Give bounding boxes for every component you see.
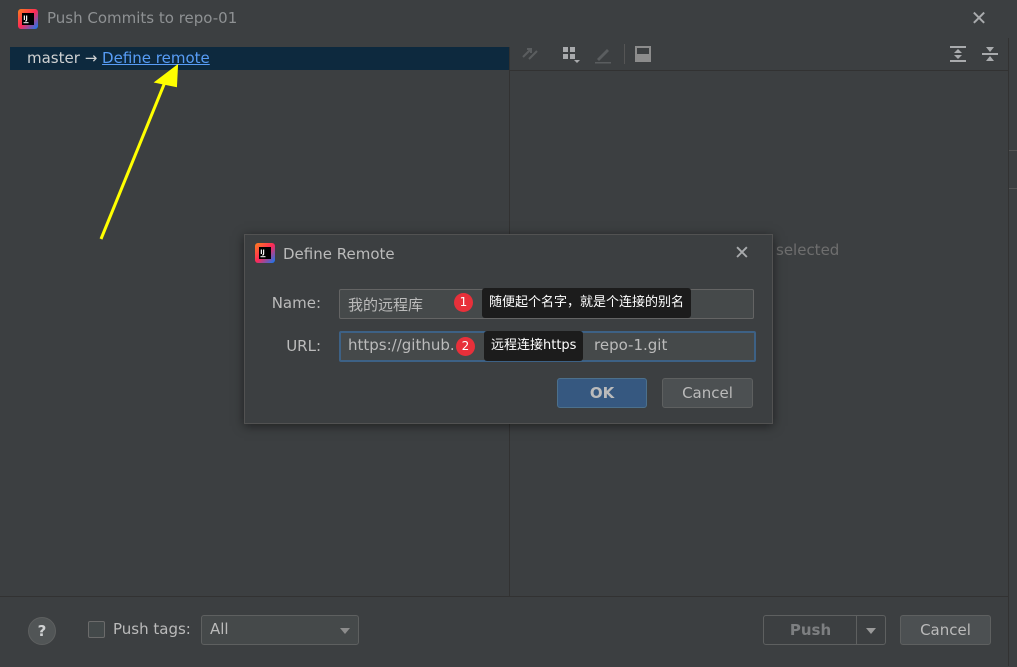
- define-remote-dialog: IJ Define Remote ✕ Name: 我的远程库 URL: http…: [244, 234, 773, 424]
- push-tags-select-value: All: [210, 620, 229, 638]
- url-field-value-start: https://github.: [348, 336, 455, 354]
- branch-row[interactable]: master → Define remote: [10, 47, 509, 70]
- toolbar-separator: [624, 44, 625, 64]
- details-toolbar: [510, 38, 1008, 71]
- window-close-icon[interactable]: ✕: [968, 6, 990, 30]
- window-title: Push Commits to repo-01: [47, 9, 238, 27]
- right-edge-strip: [1008, 38, 1017, 666]
- branch-arrow-icon: →: [84, 49, 98, 67]
- branch-label: master → Define remote: [27, 49, 210, 67]
- callout-tip-1: 随便起个名字，就是个连接的别名: [482, 288, 692, 318]
- chevron-down-icon: [340, 628, 350, 634]
- svg-text:IJ: IJ: [260, 249, 264, 256]
- collapse-all-icon[interactable]: [979, 44, 1001, 64]
- url-field-value-end: repo-1.git: [594, 336, 668, 354]
- callout-badge-1: 1: [454, 293, 473, 312]
- no-commits-selected-text: selected: [776, 241, 840, 259]
- dialog-close-icon[interactable]: ✕: [732, 242, 752, 264]
- callout-tip-2: 远程连接https: [484, 331, 584, 361]
- edit-icon[interactable]: [592, 44, 614, 64]
- bottom-bar: ? Push tags: All Push Cancel: [0, 596, 1008, 667]
- push-options-dropdown[interactable]: [856, 615, 886, 645]
- push-tags-label: Push tags:: [113, 620, 191, 638]
- push-tags-checkbox[interactable]: [88, 621, 105, 638]
- name-label: Name:: [271, 294, 321, 312]
- branch-name: master: [27, 49, 80, 67]
- name-field-value: 我的远程库: [348, 296, 424, 314]
- push-tags-select[interactable]: All: [201, 615, 359, 645]
- chevron-down-icon: [866, 628, 876, 634]
- dialog-cancel-button[interactable]: Cancel: [662, 378, 753, 408]
- ok-button[interactable]: OK: [557, 378, 647, 408]
- callout-badge-2: 2: [456, 337, 475, 356]
- intellij-logo-icon: IJ: [18, 9, 38, 29]
- expand-all-icon[interactable]: [947, 44, 969, 64]
- define-remote-link[interactable]: Define remote: [102, 49, 210, 67]
- svg-text:IJ: IJ: [23, 15, 27, 22]
- cherry-pick-icon[interactable]: [519, 44, 541, 64]
- push-button[interactable]: Push: [763, 615, 858, 645]
- url-label: URL:: [286, 337, 321, 355]
- group-by-icon[interactable]: [560, 44, 582, 64]
- help-button[interactable]: ?: [28, 617, 56, 645]
- dialog-title: Define Remote: [283, 245, 395, 263]
- cancel-button[interactable]: Cancel: [900, 615, 991, 645]
- preview-icon[interactable]: [633, 44, 655, 64]
- intellij-logo-icon: IJ: [255, 243, 275, 263]
- title-bar: IJ Push Commits to repo-01 ✕: [0, 0, 1017, 38]
